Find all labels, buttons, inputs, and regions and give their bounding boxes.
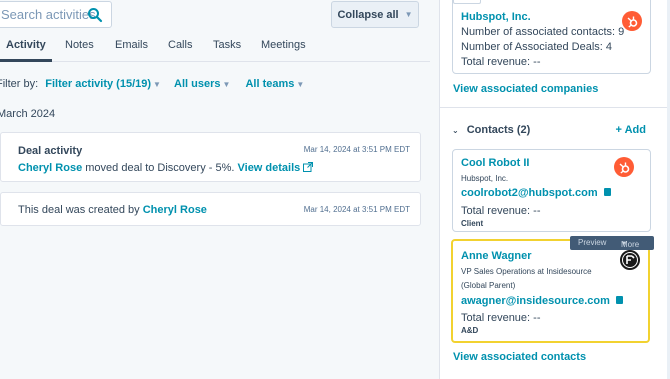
view-details-link[interactable]: View details: [238, 162, 314, 174]
associated-deals-count: Number of Associated Deals: 4: [461, 41, 613, 53]
contact-company: Hubspot, Inc.: [461, 174, 509, 183]
contact-email[interactable]: coolrobot2@hubspot.com: [461, 187, 611, 199]
caret-down-icon: ▼: [404, 10, 413, 19]
tab-meetings[interactable]: Meetings: [261, 39, 306, 51]
collapse-all-label: Collapse all: [337, 8, 399, 21]
card-tab: [453, 0, 481, 4]
filter-users-dropdown[interactable]: All users ▼: [174, 78, 230, 90]
contact-email-text: awagner@insidesource.com: [461, 295, 610, 307]
actor-link[interactable]: Cheryl Rose: [143, 204, 207, 216]
filter-users-label: All users: [174, 78, 221, 90]
card-timestamp: Mar 14, 2024 at 3:51 PM EDT: [303, 145, 410, 154]
filter-label: Filter by:: [0, 78, 39, 90]
copy-icon[interactable]: [615, 296, 623, 304]
search-icon[interactable]: [87, 7, 103, 23]
company-revenue: Total revenue: --: [461, 56, 541, 68]
contact-tag: Client: [461, 219, 484, 228]
tab-activity[interactable]: Activity: [6, 39, 46, 51]
card-text: moved deal to Discovery - 5%.: [85, 162, 235, 174]
filter-activity-dropdown[interactable]: Filter activity (15/19) ▼: [45, 78, 161, 90]
contact-tag: A&D: [461, 326, 479, 335]
contact-avatar: [620, 250, 640, 270]
deal-activity-card[interactable]: Deal activity Cheryl Rose moved deal to …: [0, 132, 421, 182]
preview-button[interactable]: Preview: [578, 238, 606, 247]
associations-sidebar: Hubspot, Inc. Number of associated conta…: [439, 0, 670, 379]
search-placeholder: Search activities: [1, 7, 96, 22]
card-title: Deal activity: [18, 145, 83, 157]
contacts-section-header[interactable]: ⌄ Contacts (2): [452, 124, 530, 136]
filter-teams-dropdown[interactable]: All teams ▼: [245, 78, 304, 90]
tab-tasks[interactable]: Tasks: [213, 39, 241, 51]
hubspot-logo-icon: [614, 157, 634, 177]
actor-link[interactable]: Cheryl Rose: [18, 162, 82, 174]
chevron-down-icon[interactable]: ⌄: [452, 126, 459, 135]
caret-down-icon: ▼: [153, 80, 161, 89]
contact-job-title-cont: (Global Parent): [461, 281, 516, 290]
filter-row: Filter by: Filter activity (15/19) ▼ All …: [0, 78, 304, 90]
company-card[interactable]: Hubspot, Inc. Number of associated conta…: [452, 0, 651, 74]
tab-emails[interactable]: Emails: [115, 39, 148, 51]
copy-icon[interactable]: [603, 188, 611, 196]
card-hover-actions: Preview More ▼: [570, 236, 654, 250]
contacts-header-label: Contacts (2): [466, 124, 531, 136]
view-details-label: View details: [237, 162, 301, 174]
contact-card[interactable]: Cool Robot II Hubspot, Inc. coolrobot2@h…: [452, 149, 651, 232]
collapse-all-button[interactable]: Collapse all ▼: [331, 1, 419, 28]
contact-name[interactable]: Cool Robot II: [461, 157, 529, 169]
external-link-icon: [303, 162, 314, 172]
filter-activity-label: Filter activity (15/19): [45, 78, 152, 90]
card-body: This deal was created by Cheryl Rose: [18, 204, 207, 216]
activity-tabs: Activity Notes Emails Calls Tasks Meetin…: [0, 36, 430, 62]
add-contact-button[interactable]: + Add: [616, 124, 646, 136]
associated-contacts-count: Number of associated contacts: 9: [461, 26, 625, 38]
contact-revenue: Total revenue: --: [461, 205, 541, 217]
company-name[interactable]: Hubspot, Inc.: [461, 11, 531, 23]
hubspot-logo-icon: [622, 11, 642, 31]
card-timestamp: Mar 14, 2024 at 3:51 PM EDT: [303, 205, 410, 214]
activity-panel: Search activities Collapse all ▼ Activit…: [0, 0, 430, 379]
caret-down-icon: ▼: [296, 80, 305, 89]
contact-job-title: VP Sales Operations at Insidesource: [461, 267, 592, 276]
caret-down-icon: ▼: [222, 80, 231, 89]
section-divider: [440, 107, 670, 108]
view-associated-contacts-link[interactable]: View associated contacts: [453, 351, 586, 363]
contact-email[interactable]: awagner@insidesource.com: [461, 295, 623, 307]
deal-created-card[interactable]: This deal was created by Cheryl Rose Mar…: [0, 192, 421, 226]
card-body: Cheryl Rose moved deal to Discovery - 5%…: [18, 162, 314, 174]
search-input[interactable]: Search activities: [0, 1, 112, 28]
contact-name[interactable]: Anne Wagner: [461, 250, 532, 262]
tab-notes[interactable]: Notes: [65, 39, 94, 51]
contact-revenue: Total revenue: --: [461, 312, 541, 324]
active-tab-indicator: [0, 59, 52, 62]
contact-email-text: coolrobot2@hubspot.com: [461, 187, 598, 199]
month-heading: March 2024: [0, 108, 56, 120]
more-label: More: [621, 240, 640, 249]
tab-calls[interactable]: Calls: [168, 39, 192, 51]
card-prefix: This deal was created by: [18, 204, 140, 216]
view-associated-companies-link[interactable]: View associated companies: [453, 83, 598, 95]
filter-teams-label: All teams: [245, 78, 295, 90]
more-button[interactable]: More ▼: [621, 238, 639, 249]
